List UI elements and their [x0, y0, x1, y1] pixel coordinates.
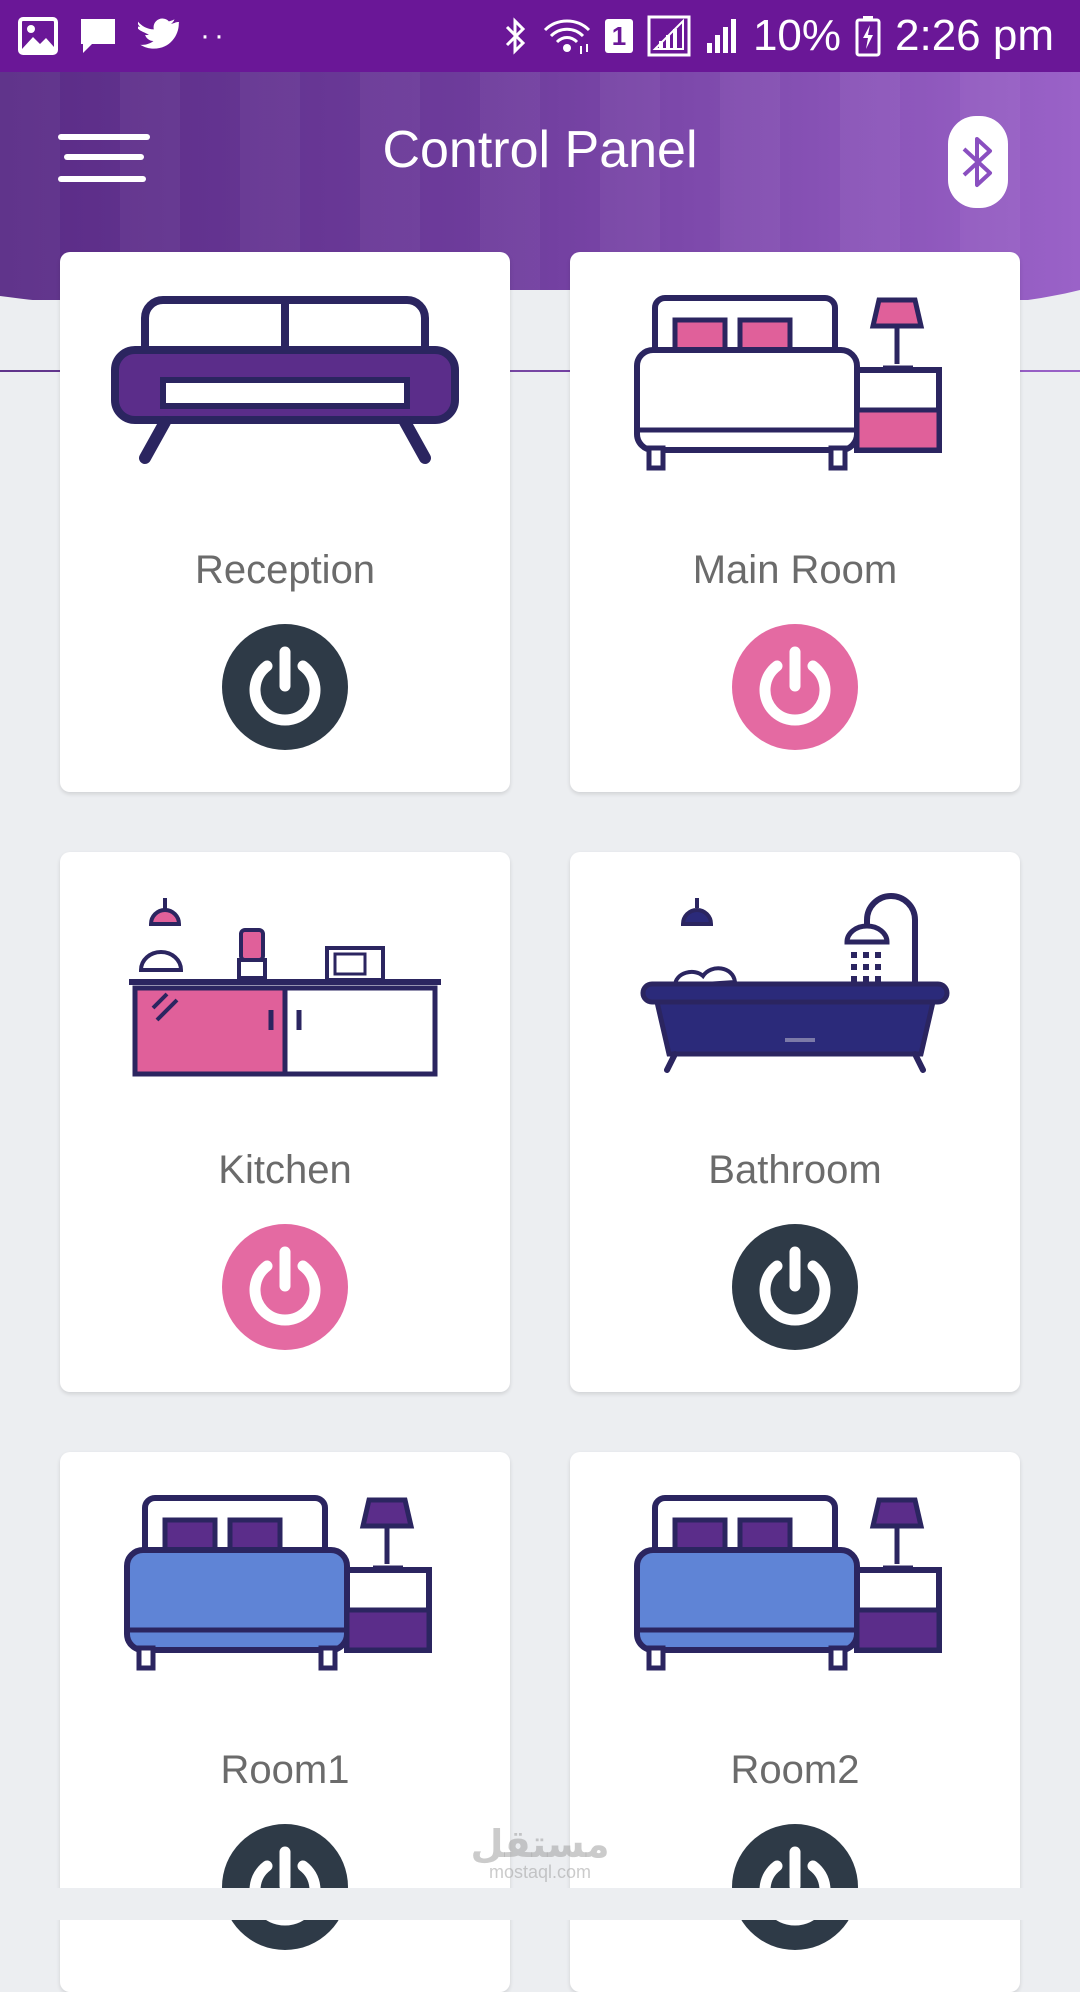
power-icon [249, 1246, 321, 1326]
power-button-kitchen[interactable] [222, 1224, 348, 1350]
room-label: Reception [194, 548, 376, 592]
power-icon [759, 646, 831, 726]
wifi-icon [543, 19, 590, 54]
room-label: Kitchen [218, 1148, 352, 1192]
clock: 2:26 pm [895, 11, 1054, 60]
room-card-kitchen[interactable]: Kitchen [60, 852, 510, 1392]
power-button-main-room[interactable] [732, 624, 858, 750]
room-label: Room2 [730, 1748, 860, 1792]
signal-icon [706, 19, 736, 53]
room-label: Main Room [692, 548, 898, 592]
bluetooth-icon [962, 137, 992, 187]
watermark: مستقل [470, 1824, 610, 1866]
battery-charging-icon [855, 16, 881, 57]
message-icon [81, 19, 115, 53]
power-icon [759, 1246, 831, 1326]
sofa-icon [111, 296, 459, 464]
twitter-icon [138, 18, 180, 49]
bed-nightstand-icon [634, 295, 942, 471]
bottom-edge [0, 1888, 1080, 1920]
power-icon [249, 646, 321, 726]
page-title: Control Panel [382, 121, 698, 179]
room-card-reception[interactable]: Reception [60, 252, 510, 792]
signal-icon [647, 15, 691, 57]
room-card-bathroom[interactable]: Bathroom [570, 852, 1020, 1392]
battery-percent: 10% [752, 11, 842, 60]
kitchen-counter-icon [129, 898, 441, 1077]
sim-slot-badge: 1 [604, 19, 633, 53]
bluetooth-button[interactable] [948, 116, 1008, 208]
bed-nightstand-icon [634, 1495, 942, 1671]
status-left-icons: ·· [18, 14, 228, 58]
room-card-main-room[interactable]: Main Room [570, 252, 1020, 792]
watermark-url: mostaql.com [488, 1862, 592, 1882]
bed-nightstand-icon [124, 1495, 432, 1671]
room-label: Bathroom [708, 1148, 882, 1192]
room-label: Room1 [220, 1748, 350, 1792]
more-dots-icon: ·· [200, 19, 228, 52]
power-button-reception[interactable] [222, 624, 348, 750]
status-right-icons: 1 10% 2:26 pm [503, 8, 1054, 64]
status-bar: ·· 1 10% 2:26 pm [0, 0, 1080, 72]
bathtub-shower-icon [640, 893, 950, 1073]
bluetooth-icon [505, 17, 526, 55]
power-button-bathroom[interactable] [732, 1224, 858, 1350]
gallery-icon [18, 17, 58, 55]
